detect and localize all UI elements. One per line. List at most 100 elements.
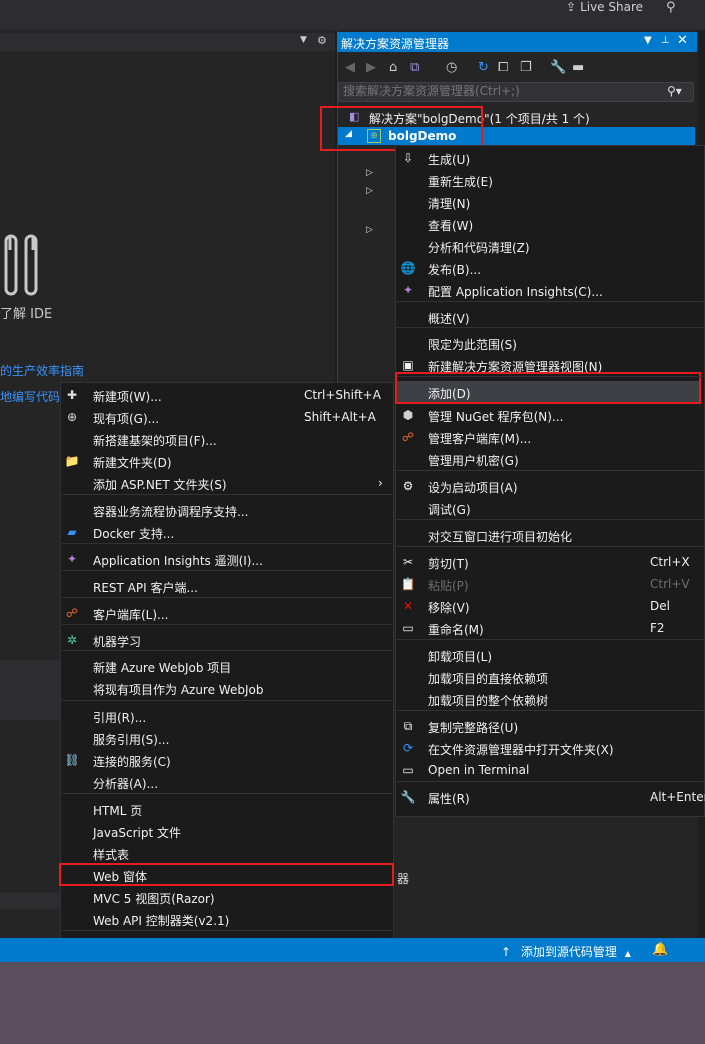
bulb-icon: ✦ xyxy=(402,283,414,297)
menu-separator xyxy=(397,639,703,640)
context-menu-item[interactable]: ✕ 移除(V) Del xyxy=(395,595,705,617)
menu-item-label: 新建文件夹(D) xyxy=(93,456,172,470)
context-menu-item[interactable]: 添加(D) xyxy=(395,381,705,403)
add-menu-item[interactable]: HTML 页 xyxy=(60,798,394,820)
add-menu-item[interactable]: ☍ 客户端库(L)... xyxy=(60,602,394,624)
context-menu-item[interactable]: ✂ 剪切(T) Ctrl+X xyxy=(395,551,705,573)
home-icon[interactable]: ⌂ xyxy=(389,60,397,75)
source-control-label: 添加到源代码管理 xyxy=(520,945,617,959)
context-menu-item[interactable]: 限定为此范围(S) xyxy=(395,332,705,354)
tree-expand-icon[interactable]: ▷ xyxy=(366,225,373,235)
refresh-icon[interactable]: ↻ xyxy=(478,60,489,75)
show-all-files-icon[interactable]: ❐ xyxy=(520,60,532,75)
context-menu-item[interactable]: ☍ 管理客户端库(M)... xyxy=(395,426,705,448)
add-menu-item[interactable]: ⛓ 连接的服务(C) xyxy=(60,749,394,771)
context-menu-item[interactable]: 🔧 属性(R) Alt+Enter xyxy=(395,786,705,808)
add-menu-item[interactable]: 引用(R)... xyxy=(60,705,394,727)
context-menu-item[interactable]: ▭ Open in Terminal xyxy=(395,759,705,781)
context-menu-item[interactable]: ⧉ 复制完整路径(U) xyxy=(395,715,705,737)
context-menu-item[interactable]: ✦ 配置 Application Insights(C)... xyxy=(395,279,705,301)
add-menu-item[interactable]: ✦ Application Insights 遥测(I)... xyxy=(60,548,394,570)
context-menu-item[interactable]: 对交互窗口进行项目初始化 xyxy=(395,524,705,546)
back-icon[interactable]: ◀ xyxy=(345,60,355,75)
add-menu-item[interactable]: JavaScript 文件 xyxy=(60,820,394,842)
add-menu-item[interactable]: 📁 新建文件夹(D) xyxy=(60,450,394,472)
context-menu-item[interactable]: 🌐 发布(B)... xyxy=(395,257,705,279)
menu-separator xyxy=(62,700,392,701)
menu-item-label: 现有项(G)... xyxy=(93,412,160,426)
context-menu-item[interactable]: ⬢ 管理 NuGet 程序包(N)... xyxy=(395,404,705,426)
chevron-down-icon[interactable]: ▼ xyxy=(300,35,307,45)
dropdown-icon[interactable]: ▼ xyxy=(644,35,652,46)
solution-search-input[interactable] xyxy=(339,83,657,99)
context-menu-item[interactable]: ⟳ 在文件资源管理器中打开文件夹(X) xyxy=(395,737,705,759)
add-menu-item[interactable]: ▰ Docker 支持... xyxy=(60,521,394,543)
menu-item-label: 移除(V) xyxy=(428,601,470,615)
gear-icon[interactable]: ⚙ xyxy=(317,34,327,47)
menu-item-label: 复制完整路径(U) xyxy=(428,721,519,735)
context-menu-item[interactable]: 加载项目的整个依赖树 xyxy=(395,688,705,710)
notification-bell-icon[interactable]: 🔔 xyxy=(652,942,668,957)
search-icon[interactable]: ⚲▾ xyxy=(667,84,682,98)
context-menu-item[interactable]: 卸载项目(L) xyxy=(395,644,705,666)
switch-views-icon[interactable]: ⧉ xyxy=(410,60,419,75)
add-menu-item[interactable]: 新搭建基架的项目(F)... xyxy=(60,428,394,450)
add-menu-item[interactable]: 将现有项目作为 Azure WebJob xyxy=(60,677,394,699)
add-menu-item[interactable]: 分析器(A)... xyxy=(60,771,394,793)
productivity-guide-link[interactable]: 的生产效率指南 xyxy=(0,362,84,379)
add-menu-item[interactable]: ✲ 机器学习 xyxy=(60,629,394,651)
add-menu-item[interactable]: MVC 5 视图页(Razor) xyxy=(60,886,394,908)
context-menu-item[interactable]: ▭ 重命名(M) F2 xyxy=(395,617,705,639)
add-to-source-control-button[interactable]: ↑ 添加到源代码管理 ▲ xyxy=(501,943,631,960)
context-menu-item[interactable]: 加载项目的直接依赖项 xyxy=(395,666,705,688)
bulb-icon: ✦ xyxy=(66,552,78,566)
menu-item-label: 新建 Azure WebJob 项目 xyxy=(93,661,232,675)
build-icon: ⇩ xyxy=(402,151,414,165)
pin-icon[interactable]: ⊥ xyxy=(661,35,670,46)
add-menu-item[interactable]: 新建 Azure WebJob 项目 xyxy=(60,655,394,677)
context-menu-item[interactable]: 查看(W) xyxy=(395,213,705,235)
context-menu-item[interactable]: 清理(N) xyxy=(395,191,705,213)
solution-search-field[interactable] xyxy=(338,82,694,102)
context-menu-item[interactable]: ▣ 新建解决方案资源管理器视图(N) xyxy=(395,354,705,376)
add-menu-item[interactable]: REST API 客户端... xyxy=(60,575,394,597)
menu-separator xyxy=(397,327,703,328)
menu-separator xyxy=(62,494,392,495)
menu-item-label: 管理用户机密(G) xyxy=(428,454,519,468)
context-menu-item[interactable]: ⇩ 生成(U) xyxy=(395,147,705,169)
close-icon[interactable]: ✕ xyxy=(677,33,688,48)
context-menu-item[interactable]: 📋 粘贴(P) Ctrl+V xyxy=(395,573,705,595)
context-menu-item[interactable]: 重新生成(E) xyxy=(395,169,705,191)
context-menu-item[interactable]: ⚙ 设为启动项目(A) xyxy=(395,475,705,497)
learn-ide-text: 了解 IDE xyxy=(0,307,53,322)
add-menu-item[interactable]: ⊕ 现有项(G)... Shift+Alt+A xyxy=(60,406,394,428)
add-menu-item[interactable]: 容器业务流程协调程序支持... xyxy=(60,499,394,521)
new-item-icon: ✚ xyxy=(66,388,78,402)
collapse-all-icon[interactable]: ⧠ xyxy=(498,60,508,75)
live-share-button[interactable]: ⇪ Live Share xyxy=(566,0,643,14)
menu-item-label: 将现有项目作为 Azure WebJob xyxy=(93,683,264,697)
menu-separator xyxy=(397,470,703,471)
write-code-link[interactable]: 地编写代码 xyxy=(0,388,60,405)
tree-expand-icon[interactable]: ▷ xyxy=(366,186,373,196)
add-menu-item[interactable]: ✚ 新建项(W)... Ctrl+Shift+A xyxy=(60,384,394,406)
add-menu-item[interactable]: 添加 ASP.NET 文件夹(S) › xyxy=(60,472,394,494)
add-menu-item[interactable]: Web API 控制器类(v2.1) xyxy=(60,908,394,930)
copy-icon: ⧉ xyxy=(403,719,413,733)
add-menu-item[interactable]: 样式表 xyxy=(60,842,394,864)
context-menu-item[interactable]: 概述(V) xyxy=(395,306,705,328)
minimize-icon[interactable]: ▬ xyxy=(572,60,584,75)
context-menu-item[interactable]: 管理用户机密(G) xyxy=(395,448,705,470)
person-icon[interactable]: ⚲ xyxy=(666,0,682,15)
properties-wrench-icon[interactable]: 🔧 xyxy=(550,60,566,75)
terminal-icon: ▭ xyxy=(402,763,414,777)
menu-separator xyxy=(397,376,703,377)
history-icon[interactable]: ◷ xyxy=(446,60,457,75)
add-menu-item[interactable]: 服务引用(S)... xyxy=(60,727,394,749)
forward-icon[interactable]: ▶ xyxy=(366,60,376,75)
tree-expand-icon[interactable]: ▷ xyxy=(366,168,373,178)
context-menu-item[interactable]: 分析和代码清理(Z) xyxy=(395,235,705,257)
solution-explorer-title: 解决方案资源管理器 xyxy=(341,37,450,51)
context-menu-item[interactable]: 调试(G) xyxy=(395,497,705,519)
editor-header xyxy=(0,33,335,51)
